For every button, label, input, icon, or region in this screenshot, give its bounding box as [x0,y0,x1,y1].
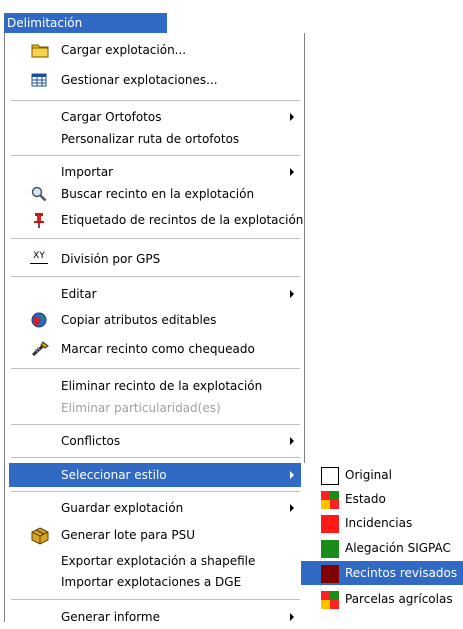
recintos-revisados-swatch-icon [321,565,339,583]
style-submenu: Original Estado Incidencias Alegación SI… [301,463,463,622]
menu-item-label: Eliminar particularidad(es) [61,401,221,415]
menu-separator [11,457,300,458]
submenu-item-label: Estado [345,492,386,506]
menu-item-label: Etiquetado de recintos de la explotación [61,213,304,227]
menu-title[interactable]: Delimitación Explotaciones [4,13,167,50]
menu-item-label: Generar lote para PSU [61,528,195,542]
menu-item-label: Marcar recinto como chequeado [61,342,255,356]
submenu-arrow-icon [290,471,294,479]
menu-separator [11,424,300,425]
menu-item-personalizar-ruta[interactable]: Personalizar ruta de ortofotos [9,127,302,151]
magnifier-icon [31,186,47,202]
submenu-arrow-icon [290,613,294,621]
submenu-arrow-icon [290,504,294,512]
menu-separator [11,238,300,239]
menu-item-label: Generar informe [61,610,161,624]
submenu-arrow-icon [290,113,294,121]
menu-item-label: Conflictos [61,434,121,448]
menu-item-label: Gestionar explotaciones... [61,73,218,87]
menu-item-label: Editar [61,287,97,301]
style-original[interactable]: Original [301,463,463,487]
menu-item-label: Cargar explotación... [61,43,187,57]
menu-item-buscar-recinto[interactable]: Buscar recinto en la explotación [9,182,302,206]
menu-item-label: Personalizar ruta de ortofotos [61,132,240,146]
submenu-arrow-icon [290,168,294,176]
submenu-item-label: Alegación SIGPAC [345,541,451,555]
menu-item-generar-informe[interactable]: Generar informe [9,605,302,629]
menu-separator [11,155,300,156]
globe-icon [31,312,47,328]
menu-item-generar-lote[interactable]: Generar lote para PSU [9,523,302,547]
menu-separator [11,599,300,600]
submenu-item-label: Recintos revisados [345,566,458,580]
submenu-arrow-icon [290,437,294,445]
dropdown-menu: Cargar explotación... Gestionar explotac… [4,33,305,624]
menu-item-editar[interactable]: Editar [9,282,302,306]
menu-item-marcar-recinto[interactable]: Marcar recinto como chequeado [9,337,302,361]
wand-icon [31,341,49,357]
table-icon [31,72,47,88]
menu-item-conflictos[interactable]: Conflictos [9,429,302,453]
parcelas-swatch-icon [321,591,339,609]
style-incidencias[interactable]: Incidencias [301,511,463,535]
estado-swatch-icon [321,491,339,509]
package-icon [31,527,49,545]
menu-item-label: Copiar atributos editables [61,313,217,327]
style-recintos-revisados[interactable]: Recintos revisados [301,561,463,585]
menu-item-division-gps[interactable]: XY División por GPS [9,247,302,271]
style-estado[interactable]: Estado [301,487,463,511]
menu-item-copiar-atributos[interactable]: Copiar atributos editables [9,308,302,332]
original-swatch-icon [321,467,339,485]
menu-separator [11,368,300,369]
incidencias-swatch-icon [321,515,339,533]
submenu-item-label: Original [345,468,392,482]
menu-separator [11,100,300,101]
menu-item-label: Importar [61,165,114,179]
folder-icon [31,42,49,58]
submenu-item-label: Incidencias [345,516,413,530]
menu-item-label: División por GPS [61,252,161,266]
menu-item-eliminar-particularidad: Eliminar particularidad(es) [9,396,302,420]
alegacion-swatch-icon [321,540,339,558]
menu-item-gestionar-explotaciones[interactable]: Gestionar explotaciones... [9,68,302,92]
menu-item-guardar-explotacion[interactable]: Guardar explotación [9,496,302,520]
style-parcelas-agricolas[interactable]: Parcelas agrícolas [301,587,463,611]
submenu-arrow-icon [290,290,294,298]
menu-item-label: Eliminar recinto de la explotación [61,379,263,393]
xy-icon: XY [30,250,48,264]
menu-separator [11,276,300,277]
menu-item-importar-dge[interactable]: Importar explotaciones a DGE [9,570,302,594]
pin-icon [31,212,47,228]
submenu-item-label: Parcelas agrícolas [345,592,453,606]
menu-item-label: Guardar explotación [61,501,184,515]
menu-item-label: Cargar Ortofotos [61,110,162,124]
style-alegacion-sigpac[interactable]: Alegación SIGPAC [301,536,463,560]
menu-item-seleccionar-estilo[interactable]: Seleccionar estilo [9,463,302,487]
menu-item-label: Buscar recinto en la explotación [61,187,255,201]
menu-separator [11,491,300,492]
menu-item-label: Importar explotaciones a DGE [61,575,242,589]
menu-item-label: Seleccionar estilo [61,468,167,482]
menu-item-cargar-ortofotos[interactable]: Cargar Ortofotos [9,105,302,129]
menu-item-cargar-explotacion[interactable]: Cargar explotación... [9,38,302,62]
menu-item-importar[interactable]: Importar [9,160,302,184]
menu-item-eliminar-recinto[interactable]: Eliminar recinto de la explotación [9,374,302,398]
menu-item-etiquetado-recintos[interactable]: Etiquetado de recintos de la explotación [9,208,304,232]
